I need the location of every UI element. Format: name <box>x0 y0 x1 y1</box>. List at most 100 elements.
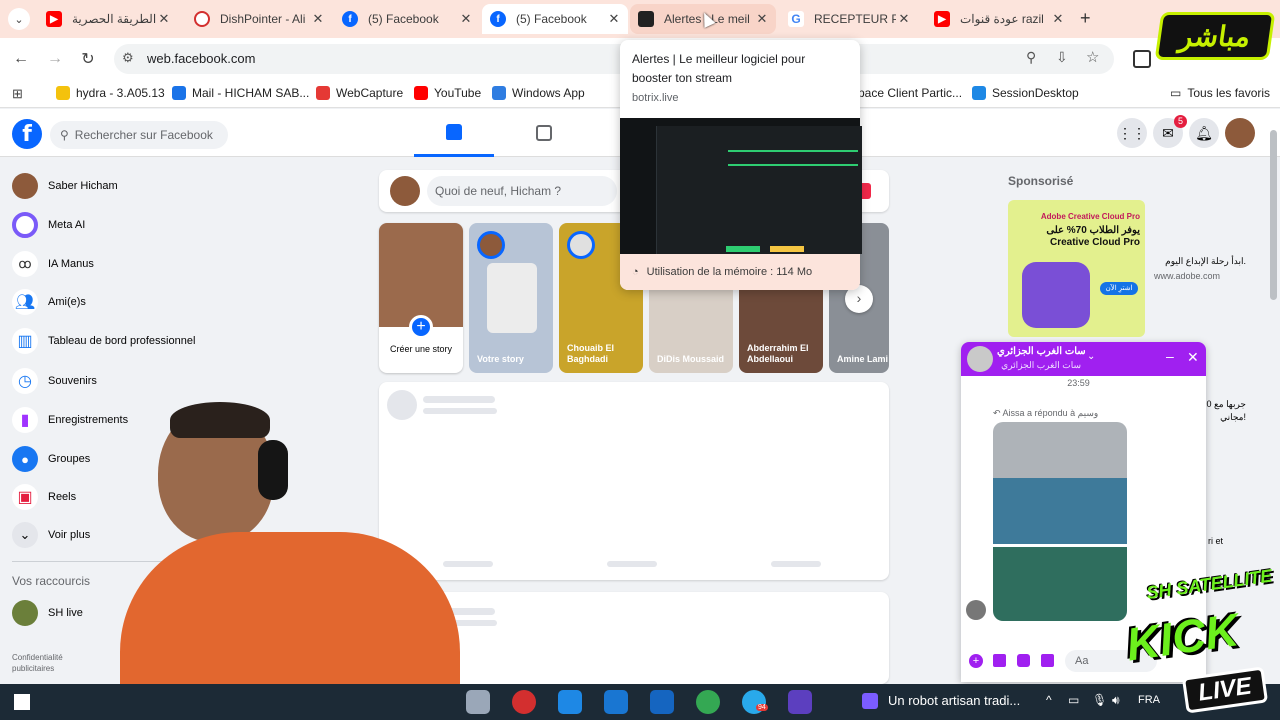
video-icon <box>536 125 552 141</box>
address-bar[interactable]: ⚙ web.facebook.com ⚲ ⇩ ☆ <box>114 44 1114 74</box>
tab-search-button[interactable]: ⌄ <box>8 8 30 30</box>
chat-image[interactable] <box>993 478 1127 544</box>
back-icon[interactable]: ← <box>10 48 32 70</box>
tray-chevron-icon[interactable]: ^ <box>1046 693 1052 707</box>
chat-title[interactable]: سات الغرب الجزائري <box>997 346 1086 357</box>
browser-tab[interactable]: ▶ عودة قنوات razil ✕ <box>926 4 1072 34</box>
chat-header: سات الغرب الجزائري سات الغرب الجزائري ⌄ … <box>961 342 1206 376</box>
taskbar-app-icon[interactable] <box>788 690 812 714</box>
home-tab[interactable] <box>414 109 494 157</box>
bookmark-item[interactable]: hydra - 3.A05.13 <box>56 86 165 100</box>
site-info-icon[interactable]: ⚙ <box>122 50 134 66</box>
create-story-card[interactable]: + Créer une story <box>379 223 463 373</box>
shortcut-item[interactable]: SH live <box>12 600 83 626</box>
ad-cta-button[interactable]: اشترِ الآن <box>1100 282 1138 295</box>
sidebar-item-see-more[interactable]: ⌄ Voir plus <box>12 522 90 548</box>
photo-icon[interactable] <box>993 654 1006 667</box>
close-tab-icon[interactable]: ✕ <box>754 11 770 27</box>
now-playing-text[interactable]: Un robot artisan tradi... <box>888 693 1020 708</box>
close-tab-icon[interactable]: ✕ <box>606 11 622 27</box>
gif-icon[interactable] <box>1041 654 1054 667</box>
tooltip-domain: botrix.live <box>632 92 679 104</box>
chat-image[interactable] <box>993 422 1127 478</box>
scrollbar[interactable] <box>1270 130 1277 300</box>
bookmark-item[interactable]: WebCapture <box>316 86 403 100</box>
bookmark-item[interactable]: Mail - HICHAM SAB... <box>172 86 309 100</box>
story-card[interactable]: Votre story <box>469 223 553 373</box>
microphone-icon[interactable]: 🎙︎ <box>1092 693 1107 707</box>
close-tab-icon[interactable]: ✕ <box>1050 11 1066 27</box>
sidebar-item-friends[interactable]: 👥︎ Ami(e)s <box>12 289 86 315</box>
close-icon[interactable]: ✕ <box>1187 349 1199 366</box>
network-icon[interactable]: ▭ <box>1068 693 1079 707</box>
chevron-down-icon[interactable]: ⌄ <box>1087 351 1095 362</box>
composer-input[interactable]: Quoi de neuf, Hicham ? <box>427 176 617 206</box>
close-tab-icon[interactable]: ✕ <box>458 11 474 27</box>
groups-icon: ● <box>12 446 38 472</box>
plus-icon[interactable]: + <box>409 315 433 339</box>
bookmark-item[interactable]: Windows App <box>492 86 585 100</box>
shortcuts-heading: Vos raccourcis <box>12 574 91 588</box>
new-tab-button[interactable]: + <box>1080 8 1091 29</box>
close-tab-icon[interactable]: ✕ <box>310 11 326 27</box>
sidebar-item-memories[interactable]: ◷ Souvenirs <box>12 368 97 394</box>
taskbar-app-icon[interactable] <box>650 690 674 714</box>
sticker-icon[interactable] <box>1017 654 1030 667</box>
ad-image[interactable]: Adobe Creative Cloud Pro يوفر الطلاب 70%… <box>1008 200 1145 337</box>
volume-icon[interactable]: 🔊︎ <box>1112 693 1120 708</box>
sidebar-item-reels[interactable]: ▣ Reels <box>12 484 76 510</box>
taskbar-app-icon[interactable] <box>558 690 582 714</box>
browser-tab[interactable]: f (5) Facebook ✕ <box>334 4 480 34</box>
url-text: web.facebook.com <box>147 51 256 66</box>
dashboard-icon: ▥ <box>12 328 38 354</box>
reels-icon: ▣ <box>12 484 38 510</box>
browser-tab[interactable]: G RECEPTEUR PRO ✕ <box>780 4 918 34</box>
sidebar-item-groups[interactable]: ● Groupes <box>12 446 90 472</box>
calculator-icon[interactable] <box>604 690 628 714</box>
install-icon[interactable]: ⇩ <box>1056 49 1068 66</box>
windows-start-icon[interactable] <box>14 694 30 710</box>
sidebar-item-profile[interactable]: Saber Hicham <box>12 173 118 199</box>
forward-icon[interactable]: → <box>44 48 66 70</box>
facebook-search-input[interactable]: ⚲ Rechercher sur Facebook <box>50 121 228 149</box>
reload-icon[interactable]: ↻ <box>77 48 99 70</box>
sidebar-item-dashboard[interactable]: ▥ Tableau de bord professionnel <box>12 328 195 354</box>
sidebar-item-saved[interactable]: ▮ Enregistrements <box>12 407 128 433</box>
footer-links[interactable]: Confidentialité publicitaires <box>12 652 72 674</box>
bell-icon[interactable]: 🔔︎ <box>1189 118 1219 148</box>
profile-avatar[interactable] <box>1225 118 1255 148</box>
chrome-icon[interactable] <box>696 690 720 714</box>
story-avatar <box>477 231 505 259</box>
bookmark-item[interactable]: pace Client Partic... <box>858 86 962 100</box>
preview-panel <box>656 126 862 254</box>
star-icon[interactable]: ☆ <box>1086 48 1099 66</box>
memory-icon: ◔ <box>632 266 639 278</box>
bookmark-item[interactable]: SessionDesktop <box>972 86 1079 100</box>
close-tab-icon[interactable]: ✕ <box>896 11 912 27</box>
live-text-badge: LIVE <box>1181 666 1269 714</box>
chat-avatar[interactable] <box>967 346 993 372</box>
browser-tab[interactable]: DishPointer - Ali ✕ <box>186 4 332 34</box>
browser-tab-active[interactable]: f (5) Facebook ✕ <box>482 4 628 34</box>
video-tab[interactable] <box>504 109 584 157</box>
bookmark-item[interactable]: YouTube <box>414 86 481 100</box>
close-tab-icon[interactable]: ✕ <box>156 11 172 27</box>
taskbar-app-icon[interactable] <box>512 690 536 714</box>
plus-icon[interactable]: + <box>969 654 983 668</box>
minimize-icon[interactable]: – <box>1166 348 1174 364</box>
extension-icon[interactable] <box>1133 50 1151 68</box>
zoom-icon[interactable]: ⚲ <box>1026 49 1036 66</box>
media-play-icon[interactable] <box>862 693 878 709</box>
all-bookmarks-folder[interactable]: ▭ Tous les favoris <box>1170 86 1270 100</box>
tab-hover-card: Alertes | Le meilleur logiciel pour boos… <box>620 40 862 290</box>
preview-button <box>726 246 760 252</box>
taskbar-app-icon[interactable] <box>466 690 490 714</box>
sidebar-item-meta-ai[interactable]: Meta AI <box>12 212 85 238</box>
apps-grid-icon[interactable]: ⊞ <box>12 86 23 102</box>
facebook-logo[interactable]: f <box>12 119 42 149</box>
chat-image[interactable] <box>993 547 1127 621</box>
menu-grid-icon[interactable]: ⋮⋮ <box>1117 118 1147 148</box>
browser-tab[interactable]: ▶ الطريقة الحصرية ✕ <box>38 4 178 34</box>
sidebar-item-manus[interactable]: ꝏ IA Manus <box>12 251 94 277</box>
preview-button <box>770 246 804 252</box>
